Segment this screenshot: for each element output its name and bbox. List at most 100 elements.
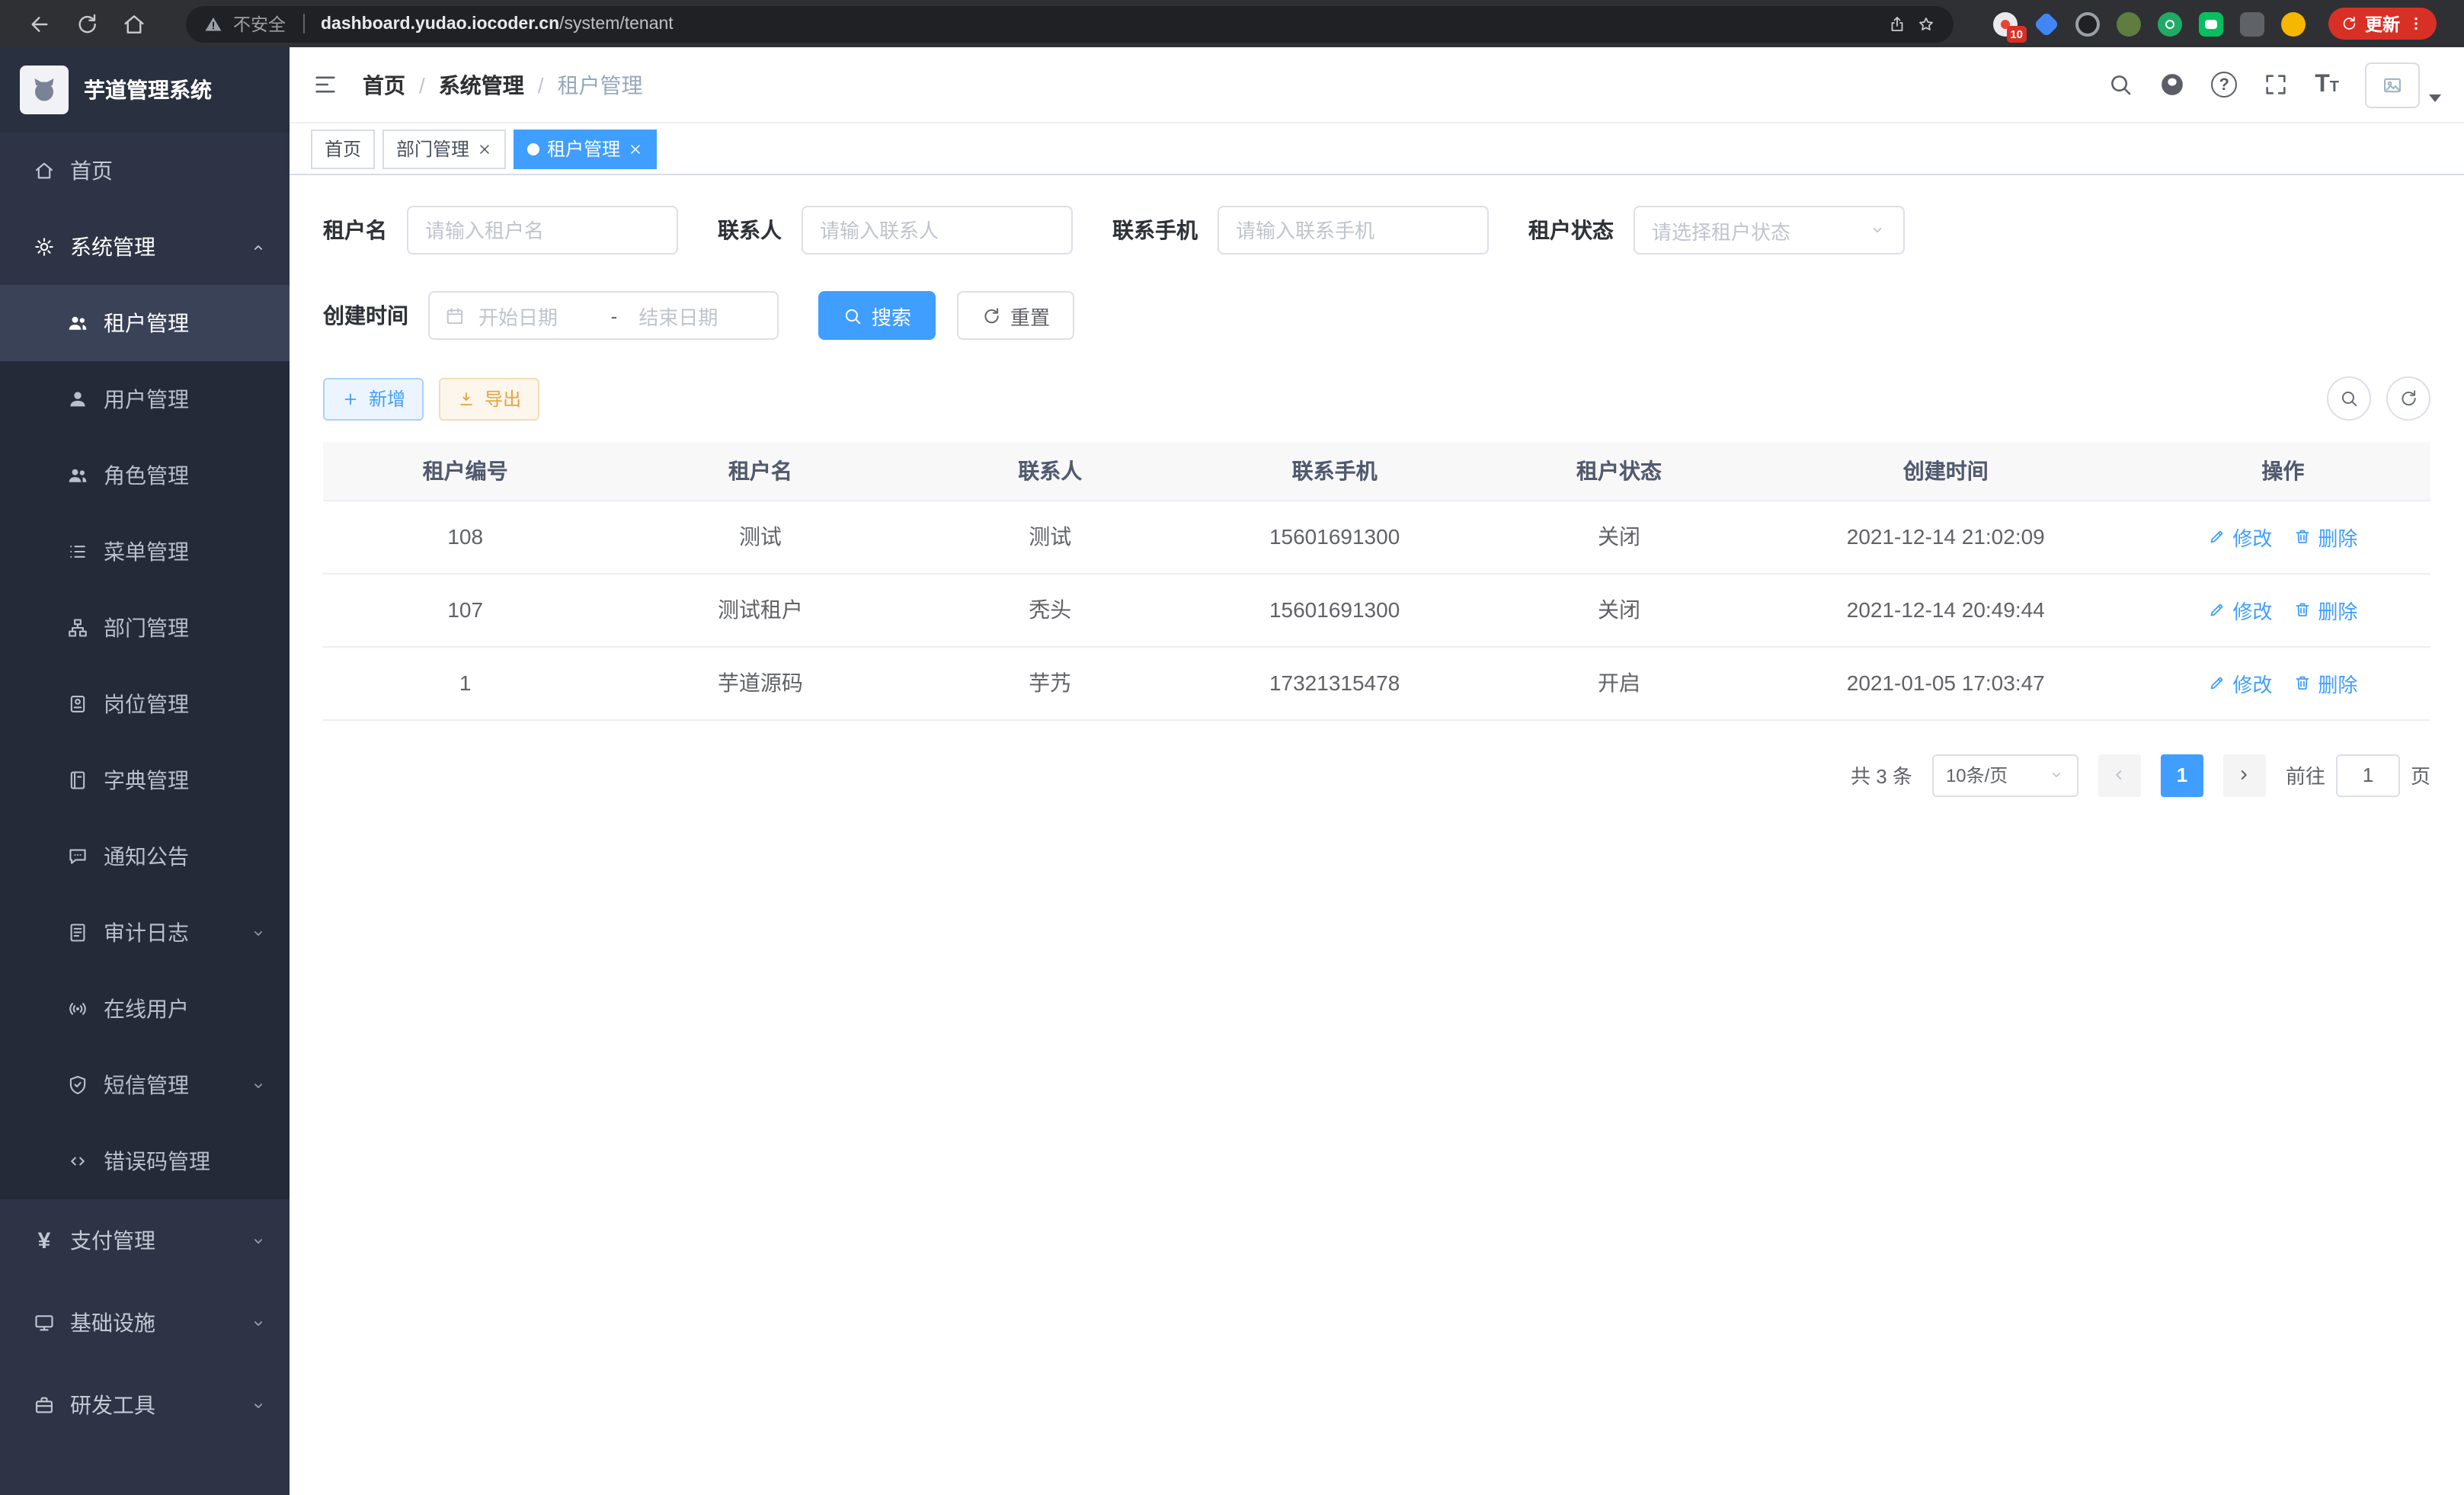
breadcrumb-separator: / xyxy=(538,72,544,97)
sidebar-item-error-code[interactable]: 错误码管理 xyxy=(0,1123,290,1199)
toggle-search-button[interactable] xyxy=(2327,376,2371,421)
pencil-icon xyxy=(2208,674,2226,692)
tag-home[interactable]: 首页 xyxy=(311,129,375,168)
filter-row-2: 创建时间 开始日期 - 结束日期 搜索 重置 xyxy=(323,291,2430,340)
browser-extension-icon[interactable]: 10 xyxy=(1993,11,2018,36)
comment-icon xyxy=(67,846,88,867)
sidebar-item-dict[interactable]: 字典管理 xyxy=(0,742,290,818)
browser-extension-icon[interactable] xyxy=(2075,11,2100,36)
browser-extension-icon[interactable] xyxy=(2281,11,2306,36)
field-label: 创建时间 xyxy=(323,300,408,331)
goto-page-input[interactable] xyxy=(2336,754,2400,796)
goto-prefix: 前往 xyxy=(2286,760,2325,789)
edit-link[interactable]: 修改 xyxy=(2208,595,2272,624)
browser-extension-icon[interactable] xyxy=(2158,11,2182,36)
help-button[interactable]: ? xyxy=(2211,72,2237,98)
sidebar-item-home[interactable]: 首页 xyxy=(0,133,290,209)
sidebar-item-payment[interactable]: ¥ 支付管理 xyxy=(0,1199,290,1282)
breadcrumb-item-home[interactable]: 首页 xyxy=(363,69,405,100)
browser-reload-button[interactable] xyxy=(75,11,99,36)
tag-dept[interactable]: 部门管理 xyxy=(382,129,506,168)
delete-link[interactable]: 删除 xyxy=(2293,668,2357,697)
search-icon xyxy=(2107,72,2133,98)
edit-link[interactable]: 修改 xyxy=(2208,668,2272,697)
reset-button[interactable]: 重置 xyxy=(957,291,1074,340)
tag-tenant-active[interactable]: 租户管理 xyxy=(514,129,657,168)
sidebar-item-notice[interactable]: 通知公告 xyxy=(0,818,290,895)
next-page-button[interactable] xyxy=(2223,754,2266,796)
sidebar-item-label: 用户管理 xyxy=(104,384,189,415)
refresh-icon xyxy=(981,306,1001,325)
browser-extension-icon[interactable] xyxy=(2034,11,2059,37)
address-bar[interactable]: 不安全 dashboard.yudao.iocoder.cn/system/te… xyxy=(186,5,1954,42)
share-button[interactable] xyxy=(1888,14,1906,33)
reload-icon xyxy=(75,11,99,36)
sidebar-item-menu[interactable]: 菜单管理 xyxy=(0,514,290,590)
hamburger-icon xyxy=(312,72,338,98)
browser-back-button[interactable] xyxy=(27,11,52,36)
browser-extension-icon[interactable] xyxy=(2240,11,2264,36)
badge-icon xyxy=(67,693,88,715)
close-icon[interactable] xyxy=(477,141,492,156)
status-select[interactable]: 请选择租户状态 xyxy=(1634,206,1905,255)
tenant-name-input[interactable] xyxy=(407,206,678,255)
cell-actions: 修改删除 xyxy=(2136,573,2430,646)
sidebar-toggle-button[interactable] xyxy=(312,72,338,98)
plus-icon xyxy=(341,389,360,408)
download-icon xyxy=(457,389,475,408)
breadcrumb-item-system[interactable]: 系统管理 xyxy=(439,69,524,100)
search-button[interactable]: 搜索 xyxy=(818,291,936,340)
browser-extension-icon[interactable] xyxy=(2117,11,2141,36)
sidebar-item-sms[interactable]: 短信管理 xyxy=(0,1047,290,1123)
sidebar-item-online-users[interactable]: 在线用户 xyxy=(0,971,290,1047)
sidebar-item-infrastructure[interactable]: 基础设施 xyxy=(0,1282,290,1364)
sidebar-item-role[interactable]: 角色管理 xyxy=(0,437,290,514)
sidebar-item-label: 错误码管理 xyxy=(104,1146,210,1176)
filter-row-1: 租户名 联系人 联系手机 租户状态 请选择租户状态 xyxy=(323,206,2430,255)
edit-link[interactable]: 修改 xyxy=(2208,522,2272,551)
close-icon[interactable] xyxy=(628,141,643,156)
app-logo[interactable]: 芋道管理系统 xyxy=(0,47,290,133)
font-size-button[interactable]: TT xyxy=(2315,71,2339,98)
page-size-select[interactable]: 10条/页 xyxy=(1932,754,2078,796)
cell-contact: 秃头 xyxy=(913,573,1187,646)
sidebar-item-post[interactable]: 岗位管理 xyxy=(0,666,290,742)
monitor-icon xyxy=(34,1312,55,1333)
sidebar-item-dev-tools[interactable]: 研发工具 xyxy=(0,1364,290,1446)
sidebar-item-user[interactable]: 用户管理 xyxy=(0,361,290,437)
caret-down-icon xyxy=(2429,94,2441,101)
prev-page-button[interactable] xyxy=(2098,754,2141,796)
update-refresh-icon xyxy=(2341,15,2357,32)
sidebar-item-audit-log[interactable]: 审计日志 xyxy=(0,895,290,971)
page-number-button[interactable]: 1 xyxy=(2161,754,2203,796)
sidebar-item-dept[interactable]: 部门管理 xyxy=(0,590,290,666)
broken-image-icon xyxy=(2382,74,2403,95)
cat-logo-icon xyxy=(29,75,59,105)
chevron-down-icon xyxy=(250,924,267,941)
fullscreen-button[interactable] xyxy=(2263,72,2289,98)
sidebar-item-tenant[interactable]: 租户管理 xyxy=(0,285,290,361)
date-range-picker[interactable]: 开始日期 - 结束日期 xyxy=(428,291,779,340)
contact-input[interactable] xyxy=(802,206,1073,255)
delete-link[interactable]: 删除 xyxy=(2293,522,2357,551)
cell-actions: 修改删除 xyxy=(2136,646,2430,719)
export-button[interactable]: 导出 xyxy=(439,377,539,420)
users-icon xyxy=(67,465,88,486)
tags-view: 首页 部门管理 租户管理 xyxy=(290,123,2464,175)
mobile-input[interactable] xyxy=(1218,206,1489,255)
add-button[interactable]: 新增 xyxy=(323,377,424,420)
github-link-button[interactable] xyxy=(2159,72,2185,98)
header-search-button[interactable] xyxy=(2107,72,2133,98)
update-label: 更新 xyxy=(2365,11,2400,36)
column-header-actions: 操作 xyxy=(2136,442,2430,500)
browser-extension-icon[interactable] xyxy=(2199,11,2223,36)
browser-update-button[interactable]: 更新 xyxy=(2328,8,2437,40)
browser-home-button[interactable] xyxy=(122,11,146,36)
refresh-table-button[interactable] xyxy=(2386,376,2430,421)
delete-link[interactable]: 删除 xyxy=(2293,595,2357,624)
sidebar-item-label: 租户管理 xyxy=(104,308,189,338)
bookmark-button[interactable] xyxy=(1917,14,1935,33)
code-icon xyxy=(67,1151,88,1172)
sidebar-item-system[interactable]: 系统管理 xyxy=(0,209,290,285)
user-avatar-menu[interactable] xyxy=(2365,62,2441,107)
